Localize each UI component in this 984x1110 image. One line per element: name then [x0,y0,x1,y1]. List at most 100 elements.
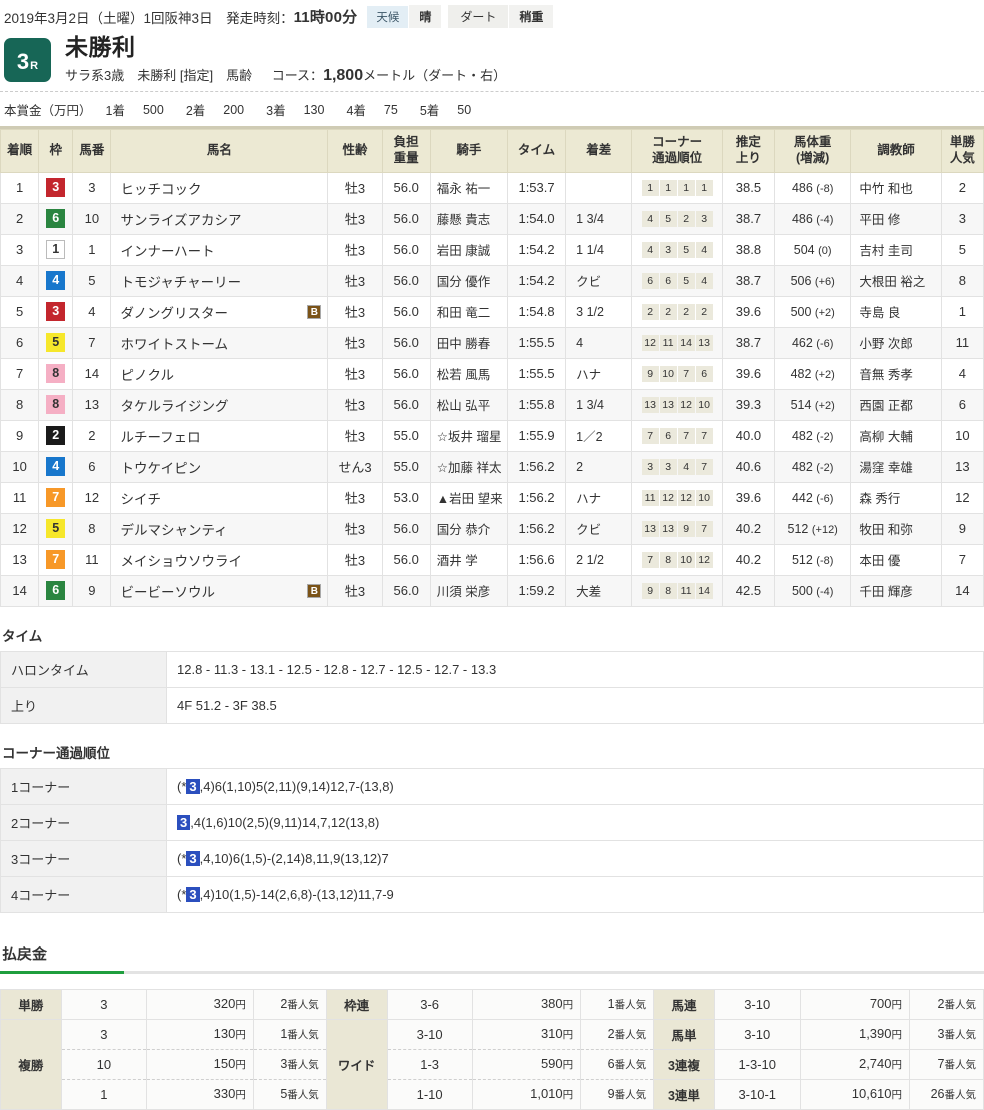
cell-margin: ハナ [565,357,633,390]
payout-amount: 1,390円 [799,1018,911,1050]
cell-trainer[interactable]: 森 秀行 [850,481,942,514]
cell-horse-name[interactable]: ダノングリスター B [110,295,329,328]
cell-umaban: 1 [72,233,112,266]
cell-trainer[interactable]: 小野 次郎 [850,326,942,359]
cell-body-weight: 486 (-4) [774,202,852,235]
cell-jockey[interactable]: ▲岩田 望来 [429,481,508,514]
horse-name-link[interactable]: ヒッチコック [120,182,201,197]
cell-jockey[interactable]: 和田 竜二 [429,295,508,328]
cell-horse-name[interactable]: シイチ [110,481,329,514]
cell-body-weight: 482 (+2) [774,357,852,390]
cell-jockey[interactable]: 福永 祐一 [429,171,508,204]
horse-name-link[interactable]: ビービーソウル [120,585,215,600]
cell-trainer[interactable]: 高柳 大輔 [850,419,942,452]
cell-horse-name[interactable]: ピノクル [110,357,329,390]
cell-jockey[interactable]: 川須 栄彦 [429,574,508,607]
horse-name-link[interactable]: ピノクル [120,368,174,383]
cell-trainer[interactable]: 西園 正都 [850,388,942,421]
horse-name-link[interactable]: トウケイピン [120,461,201,476]
payout-popularity: 9番人気 [580,1078,655,1110]
payout-combination: 3-10 [713,988,801,1020]
cell-jockey[interactable]: 田中 勝春 [429,326,508,359]
cell-horse-name[interactable]: トウケイピン [110,450,329,483]
cell-trainer[interactable]: 吉村 圭司 [850,233,942,266]
cell-trainer[interactable]: 中竹 和也 [850,171,942,204]
cell-trainer[interactable]: 千田 輝彦 [850,574,942,607]
prize-place: 3着 [266,104,286,119]
horse-name-link[interactable]: ホワイトストーム [120,337,228,352]
cell-burden-weight: 55.0 [381,450,431,483]
cell-horse-name[interactable]: ビービーソウル B [110,574,329,607]
payout-combination: 3 [60,1018,147,1050]
cell-jockey[interactable]: 国分 優作 [429,264,508,297]
cell-body-weight: 514 (+2) [774,388,852,421]
cell-body-weight: 442 (-6) [774,481,852,514]
corner-label: 3コーナー [0,839,167,877]
cell-trainer[interactable]: 音無 秀孝 [850,357,942,390]
cell-jockey[interactable]: 酒井 学 [429,543,508,576]
cell-last-3f: 38.7 [721,264,776,297]
body-weight-delta: (-4) [816,213,834,226]
cell-jockey[interactable]: 藤懸 貴志 [429,202,508,235]
horse-name-link[interactable]: タケルライジング [120,399,228,414]
payout-popularity: 2番人気 [580,1018,655,1050]
horse-name-link[interactable]: ダノングリスター [120,306,228,321]
winner-highlight: 3 [186,850,200,866]
cell-horse-name[interactable]: ホワイトストーム [110,326,329,359]
horse-name-link[interactable]: ルチーフェロ [120,430,200,445]
cell-umaban: 4 [72,295,112,328]
corner-position: 13 [659,396,677,413]
cell-last-3f: 39.3 [721,388,776,421]
horse-name-link[interactable]: メイショウソウライ [120,554,242,569]
cell-jockey[interactable]: 松山 弘平 [429,388,508,421]
cell-jockey[interactable]: 岩田 康誠 [429,233,508,266]
cell-trainer[interactable]: 平田 修 [850,202,942,235]
yen-unit: 円 [562,1059,574,1072]
cell-trainer[interactable]: 湯窪 幸雄 [850,450,942,483]
corner-position: 2 [659,303,677,320]
corner-table-body: 1コーナー (* 3,4)6(1,10)5(2,11)(9,14)12,7-(13,… [0,767,984,913]
corner-position: 4 [641,241,659,258]
course-unit: メートル（ダート・右） [363,68,507,84]
cell-horse-name[interactable]: デルマシャンティ [110,512,329,545]
prize-money-row: 本賞金（万円） 1着 500 2着 200 3着 130 4着 75 5着 50 [0,91,984,126]
cell-horse-name[interactable]: ヒッチコック [110,171,329,204]
payout-popularity: 6番人気 [580,1048,655,1080]
cell-margin: 1 3/4 [565,202,633,235]
payout-amount: 130円 [145,1018,254,1050]
cell-popularity: 13 [940,450,984,483]
corner-position: 7 [641,427,659,444]
cell-trainer[interactable]: 寺島 良 [850,295,942,328]
horse-name-link[interactable]: シイチ [120,492,161,507]
col-header-sex-age: 性齢 [327,129,383,173]
corner-position: 13 [641,396,659,413]
cell-trainer[interactable]: 本田 優 [850,543,942,576]
cell-jockey[interactable]: 松若 風馬 [429,357,508,390]
payout-amount: 2,740円 [799,1048,911,1080]
cell-horse-name[interactable]: トモジャチャーリー [110,264,329,297]
horse-name-link[interactable]: インナーハート [120,244,214,259]
cell-horse-name[interactable]: タケルライジング [110,388,329,421]
pop-unit: 番人気 [287,1088,319,1101]
horse-name-link[interactable]: サンライズアカシア [120,213,241,228]
horse-name-link[interactable]: デルマシャンティ [120,523,227,538]
yen-unit: 円 [235,1059,246,1072]
cell-rank: 12 [0,512,40,545]
cell-jockey[interactable]: ☆坂井 瑠星 [429,419,508,452]
cell-trainer[interactable]: 大根田 裕之 [850,264,942,297]
cell-horse-name[interactable]: インナーハート [110,233,329,266]
payout-type-label: 複勝 [0,1018,62,1110]
cell-sex-age: 牡3 [327,264,383,297]
race-result-table: 着順 枠 馬番 馬名 性齢 負担 重量 騎手 タイム 着差 コーナー 通過順位 … [0,129,984,607]
cell-margin: 4 [565,326,633,359]
cell-body-weight: 512 (-8) [774,543,852,576]
cell-jockey[interactable]: 国分 恭介 [429,512,508,545]
horse-name-link[interactable]: トモジャチャーリー [120,275,241,290]
cell-horse-name[interactable]: メイショウソウライ [110,543,329,576]
cell-horse-name[interactable]: ルチーフェロ [110,419,329,452]
cell-time: 1:55.5 [506,357,567,390]
payout-popularity: 5番人気 [252,1078,327,1110]
cell-trainer[interactable]: 牧田 和弥 [850,512,942,545]
cell-jockey[interactable]: ☆加藤 祥太 [429,450,508,483]
cell-horse-name[interactable]: サンライズアカシア [110,202,329,235]
